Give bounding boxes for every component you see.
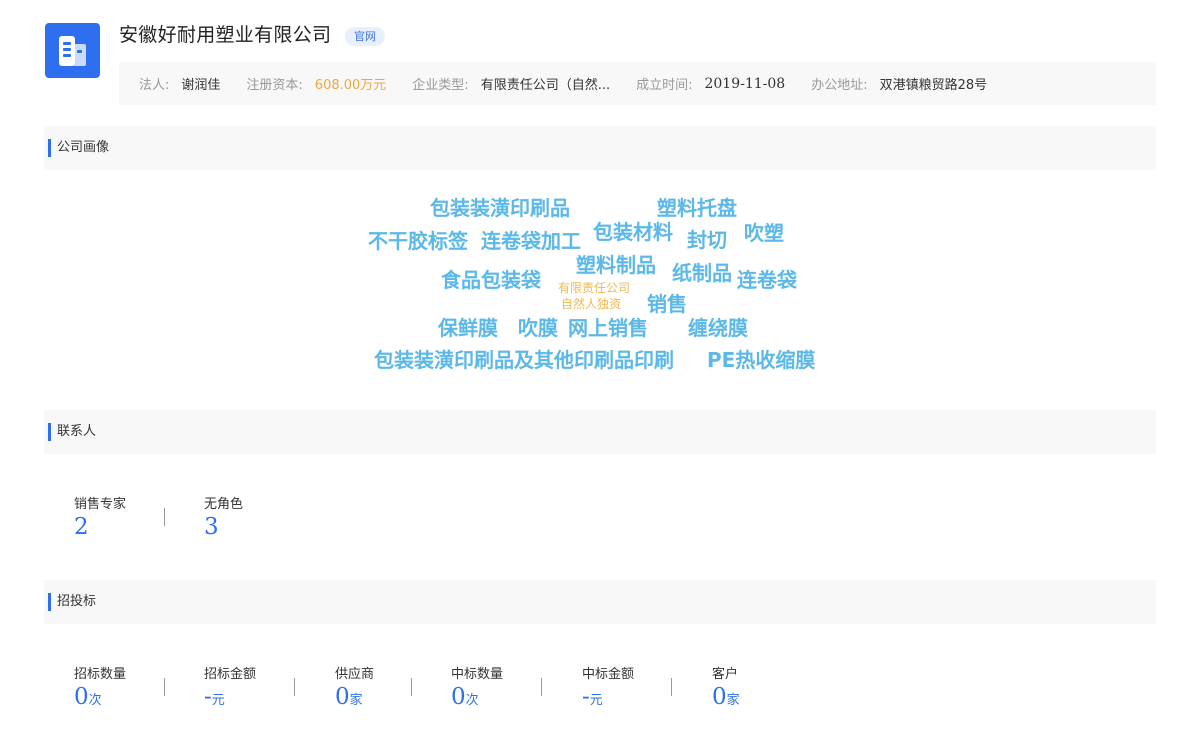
keyword: 食品包装袋 — [441, 268, 541, 292]
office-address-label: 办公地址: — [811, 78, 868, 93]
company-info-bar: 法人: 谢润佳 注册资本: 608.00万元 企业类型: 有限责任公司（自然..… — [119, 62, 1156, 105]
keyword: 销售 — [647, 292, 687, 316]
stat-label: 销售专家 — [74, 497, 127, 512]
keyword: 封切 — [687, 228, 727, 252]
stat-label: 供应商 — [335, 667, 375, 682]
stat-value: 2 — [74, 514, 89, 540]
legal-person-label: 法人: — [139, 78, 170, 93]
keyword: 网上销售 — [568, 316, 648, 340]
keyword: 包装装潢印刷品及其他印刷品印刷 — [374, 348, 674, 372]
founded-date-value: 2019-11-08 — [704, 75, 786, 92]
divider — [541, 678, 542, 696]
stat-value: 0家 — [712, 684, 740, 710]
keyword: 不干胶标签 — [368, 229, 468, 253]
contacts-section-header: 联系人 — [44, 410, 1156, 454]
stat-label: 招标金额 — [204, 667, 257, 682]
keyword: 有限责任公司 — [558, 281, 631, 295]
keyword: 连卷袋 — [737, 268, 797, 292]
company-type-value: 有限责任公司（自然... — [480, 78, 611, 93]
contact-stat-sales-expert[interactable]: 销售专家 2 — [74, 493, 126, 540]
divider — [164, 678, 165, 696]
keyword: 纸制品 — [672, 261, 732, 285]
bidding-section-header: 招投标 — [44, 580, 1156, 624]
bidding-stat-suppliers[interactable]: 供应商 0家 — [335, 663, 374, 710]
company-logo-icon — [45, 23, 100, 78]
keyword: 塑料制品 — [576, 253, 656, 277]
keyword: 缠绕膜 — [688, 316, 748, 340]
keyword: 连卷袋加工 — [481, 229, 581, 253]
bidding-stat-win-amount[interactable]: 中标金额 -元 — [582, 663, 634, 710]
contact-stat-no-role[interactable]: 无角色 3 — [204, 493, 243, 540]
building-icon — [59, 36, 86, 66]
keyword: 保鲜膜 — [438, 316, 498, 340]
stat-value: -元 — [204, 684, 225, 710]
company-type-label: 企业类型: — [412, 78, 469, 93]
bidding-stat-tender-count[interactable]: 招标数量 0次 — [74, 663, 126, 710]
stat-label: 客户 — [712, 667, 739, 682]
divider — [671, 678, 672, 696]
keyword: PE热收缩膜 — [707, 348, 816, 372]
stat-label: 中标金额 — [582, 667, 635, 682]
divider — [164, 508, 165, 526]
stat-label: 中标数量 — [451, 667, 504, 682]
registered-capital-value: 608.00万元 — [314, 78, 387, 93]
bidding-stat-customers[interactable]: 客户 0家 — [712, 663, 740, 710]
registered-capital-label: 注册资本: — [246, 78, 303, 93]
bidding-section-title: 招投标 — [57, 594, 97, 609]
keyword: 吹塑 — [744, 221, 784, 245]
profile-section-header: 公司画像 — [44, 126, 1156, 170]
stat-value: 0次 — [74, 684, 102, 710]
founded-date-label: 成立时间: — [636, 78, 693, 93]
legal-person-value[interactable]: 谢润佳 — [181, 74, 220, 93]
keyword: 包装材料 — [593, 220, 673, 244]
keyword: 自然人独资 — [561, 297, 622, 311]
stat-value: 0家 — [335, 684, 363, 710]
keyword: 吹膜 — [518, 316, 558, 340]
office-address-value: 双港镇粮贸路28号 — [879, 78, 988, 93]
keyword: 包装装潢印刷品 — [430, 196, 570, 220]
stat-label: 无角色 — [204, 497, 244, 512]
contacts-section-title: 联系人 — [57, 424, 97, 439]
official-site-badge[interactable]: 官网 — [345, 27, 385, 46]
stat-value: -元 — [582, 684, 603, 710]
bidding-stat-win-count[interactable]: 中标数量 0次 — [451, 663, 503, 710]
profile-section-title: 公司画像 — [57, 140, 110, 155]
bidding-stat-tender-amount[interactable]: 招标金额 -元 — [204, 663, 256, 710]
divider — [411, 678, 412, 696]
stat-value: 0次 — [451, 684, 479, 710]
divider — [294, 678, 295, 696]
stat-value: 3 — [204, 514, 219, 540]
stat-label: 招标数量 — [74, 667, 127, 682]
company-name: 安徽好耐用塑业有限公司 — [119, 24, 332, 46]
